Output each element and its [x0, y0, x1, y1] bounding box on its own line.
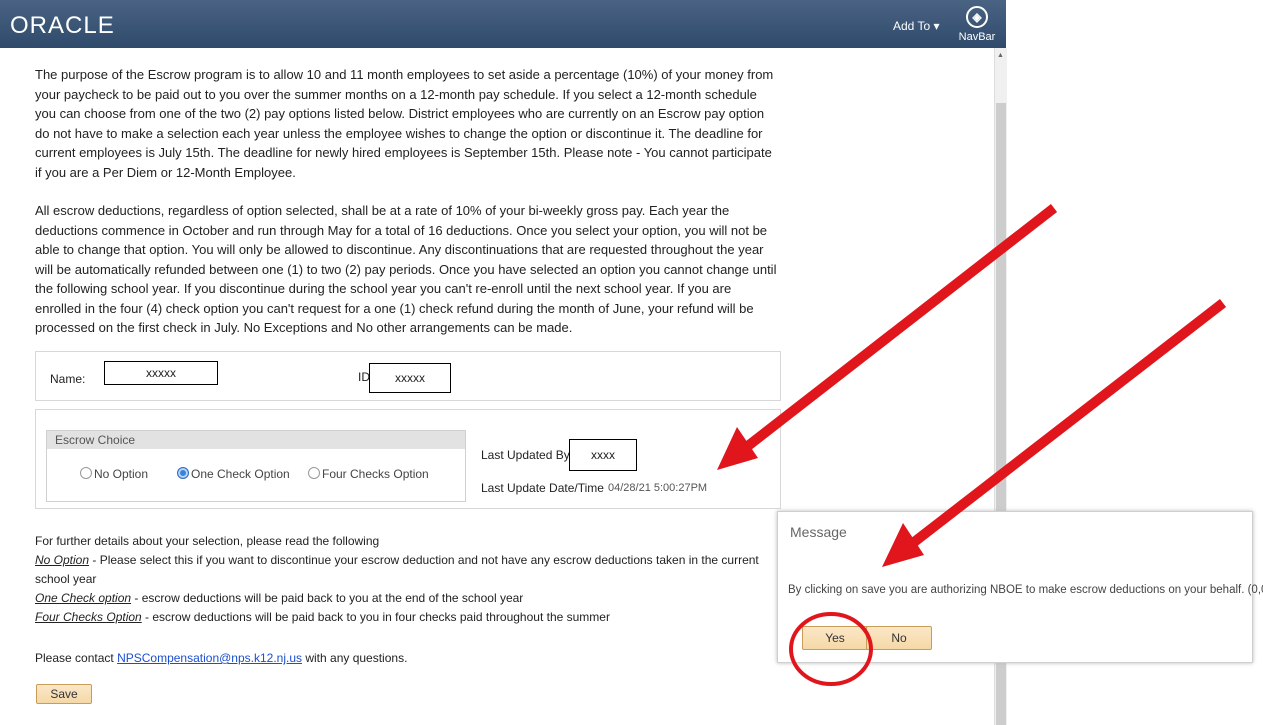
red-arrow-dialog	[882, 299, 1227, 567]
annotation-overlay	[717, 204, 1227, 686]
red-circle-yes	[789, 612, 873, 686]
red-arrow-escrow	[717, 204, 1058, 470]
